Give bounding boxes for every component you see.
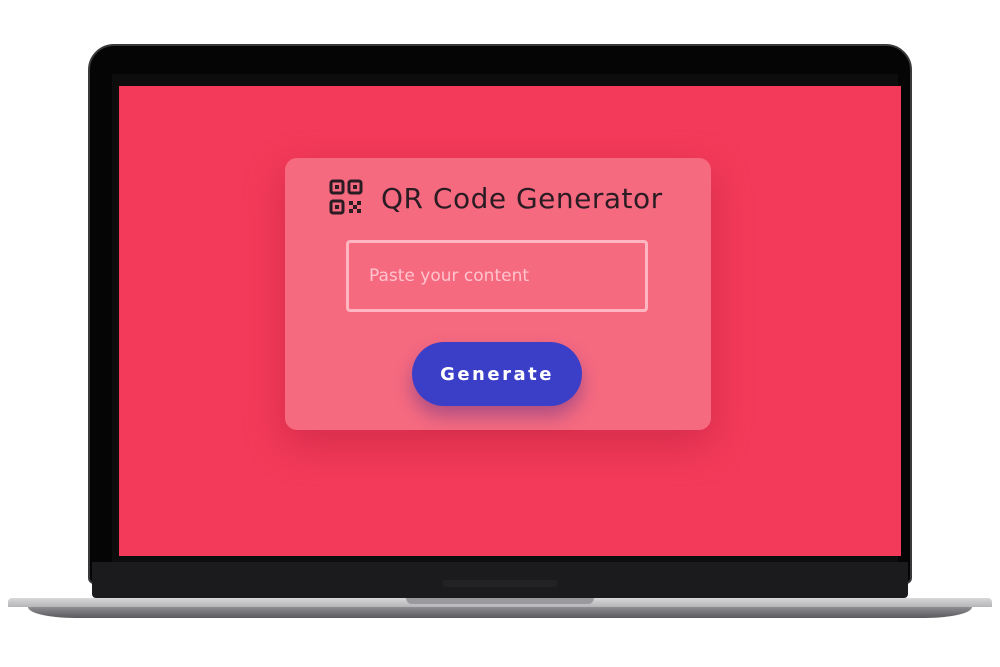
- content-input[interactable]: [346, 240, 648, 312]
- generate-button[interactable]: Generate: [412, 342, 582, 406]
- page-title: QR Code Generator: [381, 181, 663, 215]
- qr-generator-card: QR Code Generator Generate: [285, 158, 711, 430]
- laptop-base-bottom: [28, 607, 972, 618]
- laptop-base: [8, 598, 992, 620]
- laptop-base-notch: [406, 598, 594, 604]
- laptop-screen: QR Code Generator Generate: [119, 86, 901, 556]
- laptop-hinge: [443, 580, 557, 587]
- card-header: QR Code Generator: [329, 178, 663, 218]
- qr-code-icon: [329, 179, 363, 217]
